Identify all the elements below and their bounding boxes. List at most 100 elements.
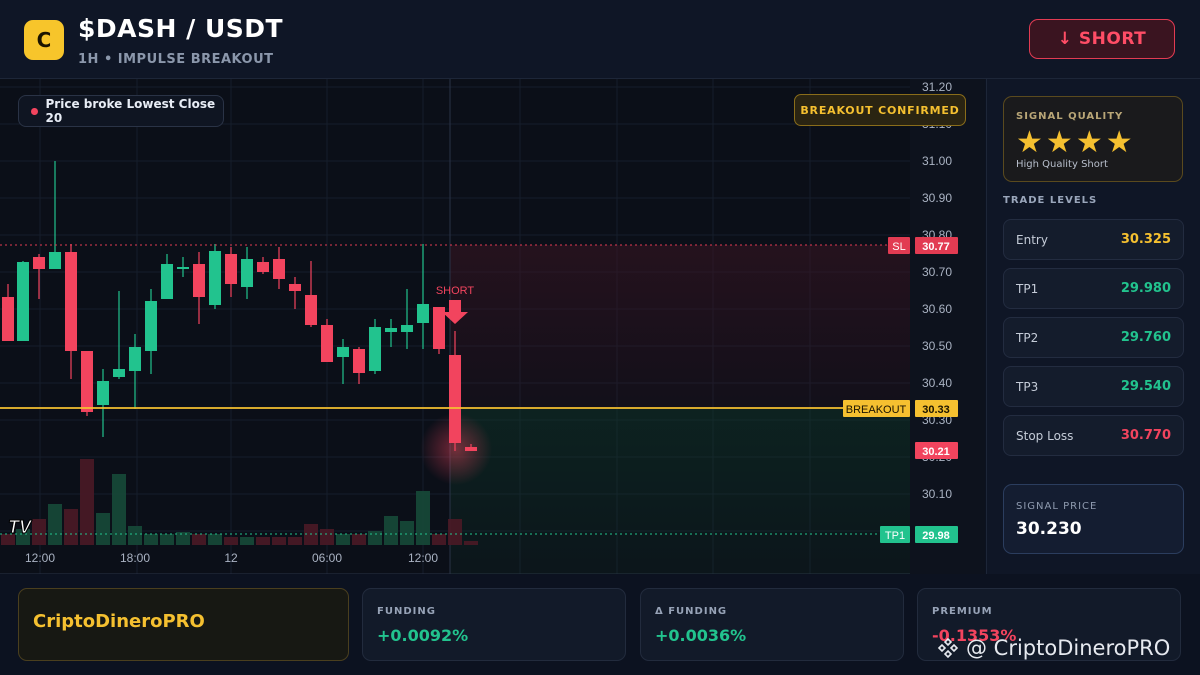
candle [2, 297, 14, 341]
delta-funding-label: Δ FUNDING [655, 606, 728, 617]
trade-level-label: TP1 [1016, 282, 1039, 296]
candle [433, 307, 445, 349]
star-icon: ★ [1105, 125, 1136, 160]
chart-svg[interactable]: SHORT 31.2031.1031.0030.9030.8030.7030.6… [0, 79, 985, 575]
volume-bar [400, 521, 414, 545]
price-tick: 30.60 [922, 302, 952, 316]
price-tick: 31.00 [922, 154, 952, 168]
funding-value: +0.0092% [377, 626, 469, 645]
candle [353, 349, 365, 373]
trade-level-label: TP3 [1016, 380, 1039, 394]
volume-bar [272, 537, 286, 545]
price-tick: 30.10 [922, 487, 952, 501]
short-button[interactable]: ↓ SHORT [1029, 19, 1175, 59]
candle [273, 259, 285, 279]
short-marker-label: SHORT [436, 285, 475, 297]
volume-bar [192, 534, 206, 545]
volume-bar [352, 534, 366, 545]
signal-glow [420, 413, 492, 485]
price-chart[interactable]: SHORT 31.2031.1031.0030.9030.8030.7030.6… [0, 79, 985, 575]
trade-level-value: 29.760 [1120, 330, 1171, 345]
candle [209, 251, 221, 305]
volume-bar [448, 519, 462, 545]
tradingview-logo-icon: TV [8, 517, 33, 537]
trade-levels-title: TRADE LEVELS [1003, 195, 1098, 206]
time-tick: 12:00 [408, 551, 438, 565]
volume-bar [208, 534, 222, 545]
time-tick: 06:00 [312, 551, 342, 565]
candle [369, 327, 381, 371]
time-tick: 12 [224, 551, 238, 565]
trade-level-label: Entry [1016, 233, 1048, 247]
trade-level-row: TP3 29.540 [1003, 366, 1184, 407]
trade-level-row: TP2 29.760 [1003, 317, 1184, 358]
breakout-tag-label: BREAKOUT [846, 404, 907, 416]
candle [145, 301, 157, 351]
alert-dot-icon [31, 107, 38, 115]
volume-bar [320, 529, 334, 545]
volume-bar [416, 491, 430, 545]
volume-bar [464, 541, 478, 545]
reward-zone [450, 408, 910, 574]
quality-description: High Quality Short [1016, 159, 1108, 170]
candle [81, 351, 93, 412]
risk-zone [450, 245, 910, 408]
trade-level-value: 29.540 [1120, 379, 1171, 394]
watermark-text: @ CriptoDineroPRO [966, 636, 1171, 660]
volume-bar [80, 459, 94, 545]
brand-card: CriptoDineroPRO [18, 588, 349, 661]
volume-bar [48, 504, 62, 545]
candle [337, 347, 349, 357]
trade-level-row: Stop Loss 30.770 [1003, 415, 1184, 456]
binance-logo-icon [937, 637, 959, 659]
candle [161, 264, 173, 299]
sl-tag-label: SL [892, 241, 905, 253]
trade-level-value: 30.325 [1120, 232, 1171, 247]
star-icon: ★ [1016, 125, 1046, 160]
volume-bar [96, 513, 110, 545]
volume-bar [288, 537, 302, 545]
header: C $DASH / USDT 1H • IMPULSE BREAKOUT ↓ S… [0, 0, 1200, 79]
volume-bar [368, 531, 382, 545]
candle [417, 304, 429, 323]
candle [177, 267, 189, 269]
candle [97, 381, 109, 405]
volume-bar [336, 534, 350, 545]
volume-bar [384, 516, 398, 545]
trade-level-value: 30.770 [1120, 428, 1171, 443]
signal-price-value: 30.230 [1016, 519, 1082, 539]
star-icon: ★ [1075, 125, 1106, 160]
candle [49, 252, 61, 269]
signal-quality-card: SIGNAL QUALITY ★★★★ High Quality Short [1003, 96, 1183, 182]
signal-price-card: SIGNAL PRICE 30.230 [1003, 484, 1184, 554]
notice-pill: Price broke Lowest Close 20 [18, 95, 224, 127]
candle [305, 295, 317, 325]
brand-name: CriptoDineroPRO [33, 611, 205, 632]
price-tick: 30.50 [922, 339, 952, 353]
candle [65, 252, 77, 351]
trade-level-value: 29.980 [1120, 281, 1171, 296]
delta-funding-value: +0.0036% [655, 626, 747, 645]
notice-text: Price broke Lowest Close 20 [45, 97, 216, 125]
candle [401, 325, 413, 332]
coin-logo: C [24, 20, 64, 60]
signal-price-label: SIGNAL PRICE [1016, 501, 1098, 512]
funding-card: FUNDING +0.0092% [362, 588, 626, 661]
funding-label: FUNDING [377, 606, 436, 617]
volume-bar [144, 534, 158, 545]
delta-funding-card: Δ FUNDING +0.0036% [640, 588, 904, 661]
breakout-price-value: 30.33 [922, 404, 950, 416]
candle [129, 347, 141, 371]
time-tick: 18:00 [120, 551, 150, 565]
candle [17, 262, 29, 341]
price-tick: 30.90 [922, 191, 952, 205]
trade-level-label: Stop Loss [1016, 429, 1074, 443]
volume-bar [64, 509, 78, 545]
timeframe-subtitle: 1H • IMPULSE BREAKOUT [78, 52, 274, 67]
current-price-value: 30.21 [922, 446, 950, 458]
candle [385, 328, 397, 332]
breakout-confirmed-badge: BREAKOUT CONFIRMED [794, 94, 966, 126]
time-tick: 12:00 [25, 551, 55, 565]
volume-bar [32, 519, 46, 545]
price-tick: 30.70 [922, 265, 952, 279]
